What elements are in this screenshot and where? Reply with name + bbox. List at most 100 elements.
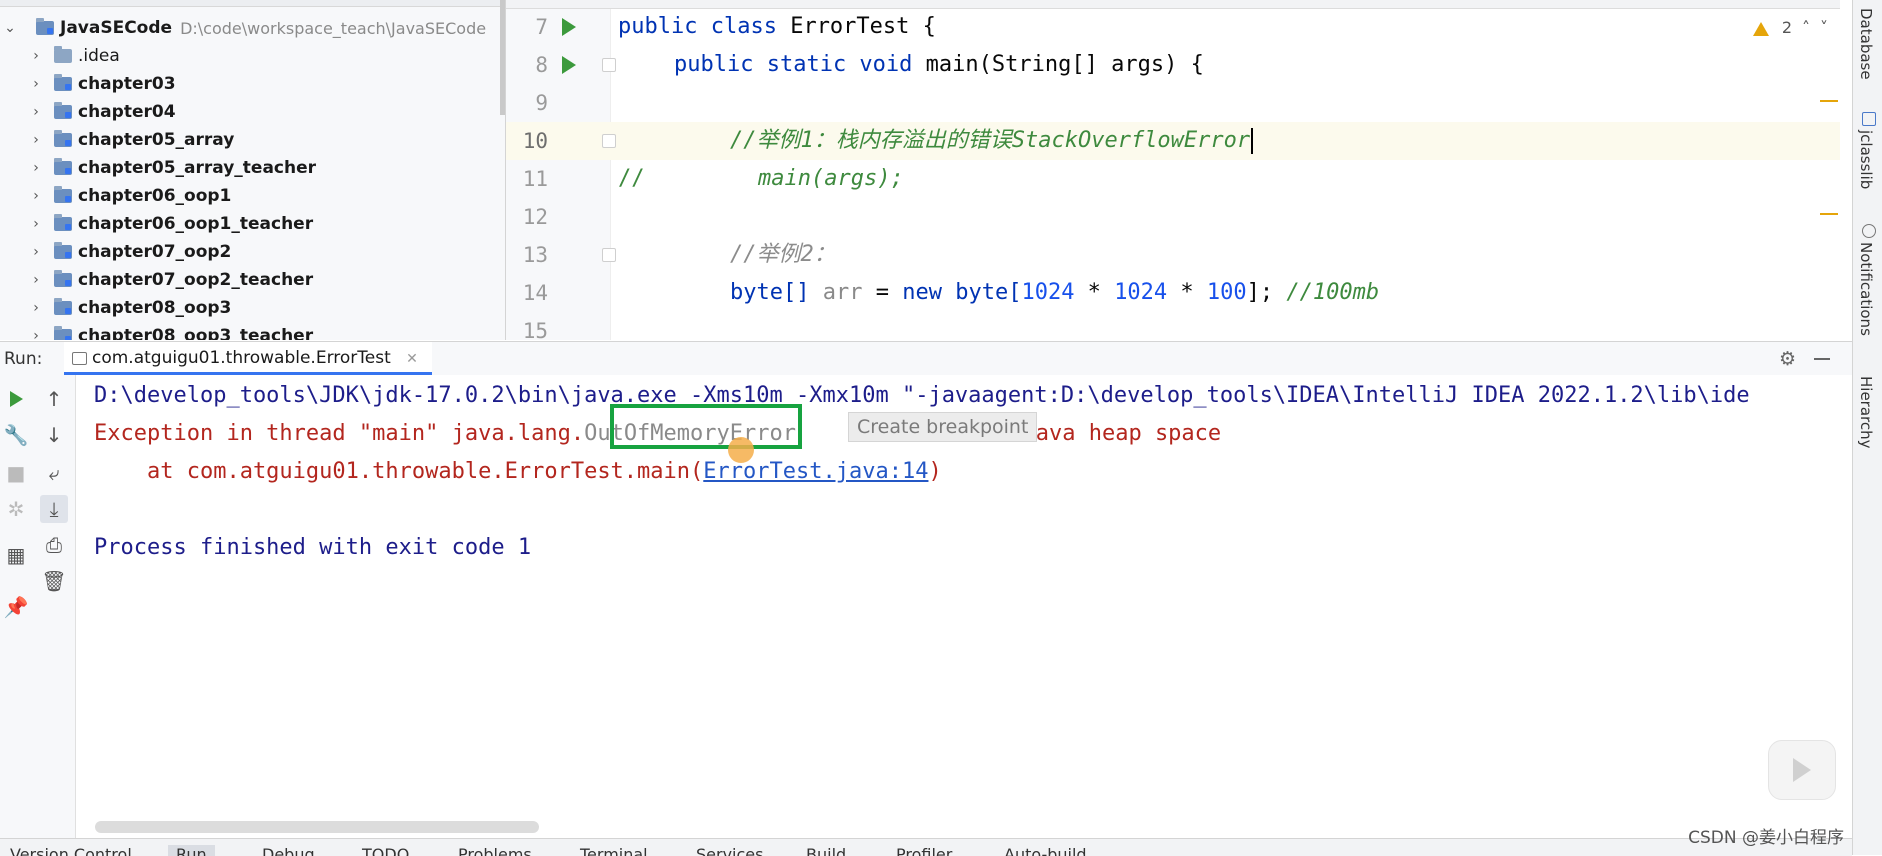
- soft-wrap-button[interactable]: ⤶: [40, 459, 68, 487]
- tree-item-label: chapter07_oop2_teacher: [78, 270, 314, 290]
- layout-button[interactable]: ▦: [2, 541, 30, 569]
- code-fragment: =: [862, 280, 903, 305]
- pin-button[interactable]: 📌: [2, 593, 30, 621]
- tree-item-chapter06-oop1[interactable]: › chapter06_oop1: [0, 182, 500, 210]
- fold-icon[interactable]: [602, 134, 616, 148]
- tree-item-chapter08-oop3-teacher[interactable]: › chapter08_oop3_teacher: [0, 322, 500, 340]
- code-line[interactable]: 14 byte[] arr = new byte[1024 * 1024 * 1…: [506, 274, 1840, 312]
- tool-version-control[interactable]: Version Control: [10, 845, 132, 856]
- chevron-right-icon[interactable]: ›: [28, 160, 44, 176]
- code-editor[interactable]: 7 public class ErrorTest { 8 public stat…: [506, 0, 1840, 340]
- line-number: 7: [535, 15, 548, 39]
- tree-item-chapter05-array-teacher[interactable]: › chapter05_array_teacher: [0, 154, 500, 182]
- gear-icon[interactable]: ⚙: [1779, 348, 1796, 370]
- tree-item-chapter06-oop1-teacher[interactable]: › chapter06_oop1_teacher: [0, 210, 500, 238]
- create-breakpoint-tooltip[interactable]: Create breakpoint: [848, 412, 1038, 442]
- chevron-up-icon[interactable]: ˄: [1802, 18, 1810, 37]
- console-horizontal-scrollbar[interactable]: [95, 821, 539, 833]
- exception-prefix: Exception in thread "main" java.lang.: [94, 421, 585, 446]
- mouse-cursor-indicator: [728, 437, 754, 463]
- print-button[interactable]: ⎙: [40, 531, 68, 559]
- minimize-icon[interactable]: [1814, 358, 1830, 360]
- scroll-up-button[interactable]: ↑: [40, 385, 68, 413]
- tree-item-label: .idea: [78, 46, 120, 66]
- inspection-widget[interactable]: 2 ˄ ˅: [1752, 18, 1828, 37]
- chevron-right-icon[interactable]: ›: [28, 272, 44, 288]
- chevron-down-icon[interactable]: ˅: [1820, 18, 1828, 37]
- chevron-down-icon[interactable]: ⌄: [2, 20, 18, 36]
- scroll-down-button[interactable]: ↓: [40, 421, 68, 449]
- tool-terminal[interactable]: Terminal: [580, 845, 648, 856]
- tree-root-javasecode[interactable]: ⌄ JavaSECode D:\code\workspace_teach\Jav…: [0, 14, 500, 42]
- chevron-right-icon[interactable]: ›: [28, 244, 44, 260]
- code-line[interactable]: 15: [506, 312, 1840, 340]
- close-icon[interactable]: ✕: [406, 351, 418, 367]
- debug-button[interactable]: ✲: [2, 495, 30, 523]
- tool-debug[interactable]: Debug: [262, 845, 315, 856]
- scroll-marker[interactable]: [1820, 213, 1838, 215]
- tree-item-idea[interactable]: › .idea: [0, 42, 500, 70]
- code-line[interactable]: 8 public static void main(String[] args)…: [506, 46, 1840, 84]
- code-line[interactable]: 12: [506, 198, 1840, 236]
- tree-item-chapter05-array[interactable]: › chapter05_array: [0, 126, 500, 154]
- number-literal: 100: [1206, 280, 1247, 305]
- tree-item-label: chapter08_oop3_teacher: [78, 326, 314, 340]
- tool-todo[interactable]: TODO: [362, 845, 409, 856]
- chevron-right-icon[interactable]: ›: [28, 48, 44, 64]
- chevron-right-icon[interactable]: ›: [28, 104, 44, 120]
- tool-database[interactable]: Database: [1857, 8, 1875, 80]
- tool-auto-build[interactable]: Auto-build: [1004, 845, 1087, 856]
- video-play-button[interactable]: [1768, 740, 1836, 800]
- chevron-right-icon[interactable]: ›: [28, 216, 44, 232]
- tree-item-chapter03[interactable]: › chapter03: [0, 70, 500, 98]
- tool-profiler[interactable]: Profiler: [896, 845, 952, 856]
- rerun-button[interactable]: [2, 385, 30, 413]
- tree-item-label: chapter06_oop1: [78, 186, 232, 206]
- tool-notifications[interactable]: Notifications: [1857, 242, 1875, 336]
- line-number: 10: [522, 129, 548, 153]
- chevron-right-icon[interactable]: ›: [28, 188, 44, 204]
- project-scrollbar[interactable]: [500, 0, 505, 115]
- tree-item-label: chapter06_oop1_teacher: [78, 214, 314, 234]
- tool-run[interactable]: Run: [168, 845, 215, 856]
- settings-button[interactable]: 🔧: [2, 421, 30, 449]
- stop-button[interactable]: ■: [2, 459, 30, 487]
- tree-item-chapter07-oop2[interactable]: › chapter07_oop2: [0, 238, 500, 266]
- tree-root-path: D:\code\workspace_teach\JavaSECode: [180, 18, 487, 38]
- chevron-right-icon[interactable]: ›: [28, 328, 44, 340]
- chevron-right-icon[interactable]: ›: [28, 300, 44, 316]
- highlight-box: [610, 404, 802, 449]
- comment-prefix: //: [618, 166, 645, 191]
- scroll-to-end-button[interactable]: ⤓: [40, 495, 68, 523]
- scroll-marker[interactable]: [1820, 100, 1838, 102]
- line-number: 13: [522, 243, 548, 267]
- code-line[interactable]: 11 // main(args);: [506, 160, 1840, 198]
- chevron-right-icon[interactable]: ›: [28, 76, 44, 92]
- text-caret: [1251, 128, 1254, 154]
- code-line[interactable]: 13 //举例2：: [506, 236, 1840, 274]
- bottom-tool-bar: Version Control Run Debug TODO Problems …: [0, 838, 1852, 856]
- code-line-current[interactable]: 10 //举例1：栈内存溢出的错误StackOverflowError: [506, 122, 1840, 160]
- code-line[interactable]: 9: [506, 84, 1840, 122]
- run-gutter-icon[interactable]: [562, 56, 576, 74]
- fold-icon[interactable]: [602, 248, 616, 262]
- tool-hierarchy[interactable]: Hierarchy: [1857, 376, 1875, 449]
- tool-services[interactable]: Services: [696, 845, 763, 856]
- tree-item-chapter04[interactable]: › chapter04: [0, 98, 500, 126]
- code-text: //: [618, 160, 645, 198]
- tool-jclasslib[interactable]: jclasslib: [1857, 130, 1875, 189]
- console-output[interactable]: D:\develop_tools\JDK\jdk-17.0.2\bin\java…: [76, 375, 1852, 838]
- run-tab[interactable]: com.atguigu01.throwable.ErrorTest ✕: [64, 342, 432, 375]
- clear-button[interactable]: 🗑: [40, 567, 68, 595]
- run-gutter-icon[interactable]: [562, 18, 576, 36]
- tool-build[interactable]: Build: [806, 845, 846, 856]
- fold-icon[interactable]: [602, 58, 616, 72]
- tree-item-chapter08-oop3[interactable]: › chapter08_oop3: [0, 294, 500, 322]
- code-line[interactable]: 7 public class ErrorTest {: [506, 8, 1840, 46]
- chevron-right-icon[interactable]: ›: [28, 132, 44, 148]
- tree-item-label: chapter04: [78, 102, 176, 122]
- code-text: //举例1：栈内存溢出的错误StackOverflowError: [730, 122, 1254, 160]
- tool-problems[interactable]: Problems: [458, 845, 532, 856]
- tree-item-chapter07-oop2-teacher[interactable]: › chapter07_oop2_teacher: [0, 266, 500, 294]
- stack-source-link[interactable]: ErrorTest.java:14: [703, 459, 928, 484]
